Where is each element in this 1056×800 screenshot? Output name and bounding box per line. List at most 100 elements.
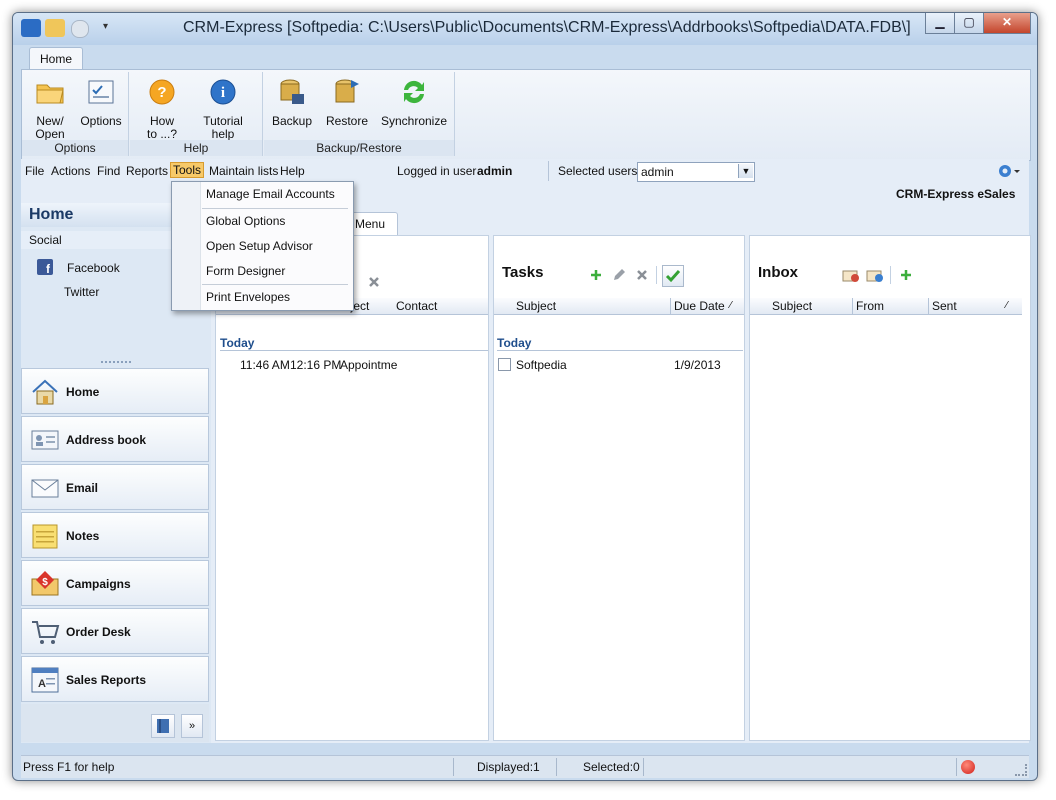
splitter-handle[interactable] bbox=[101, 361, 131, 367]
nav-sales-reports-label: Sales Reports bbox=[66, 673, 147, 687]
tasks-toolbar-divider bbox=[656, 266, 657, 284]
nav-email-label: Email bbox=[66, 481, 99, 495]
social-twitter[interactable]: Twitter bbox=[64, 285, 99, 299]
add-task-icon[interactable] bbox=[590, 269, 602, 281]
ribbon-group-options: New/ Open Options Options bbox=[22, 72, 129, 156]
app-menu-icon[interactable] bbox=[21, 19, 41, 37]
chevron-down-icon[interactable]: ▼ bbox=[738, 164, 753, 178]
status-indicator-icon bbox=[961, 760, 975, 774]
selected-users-select[interactable]: admin ▼ bbox=[637, 162, 755, 182]
selected-users-value: admin bbox=[641, 165, 674, 179]
inbox-toolbar-divider bbox=[890, 266, 891, 284]
nav-notes-label: Notes bbox=[66, 529, 100, 543]
tools-menu: Manage Email Accounts Global Options Ope… bbox=[171, 181, 354, 311]
menu-find[interactable]: Find bbox=[97, 164, 120, 178]
menu-bar: File Actions Find Reports Tools Maintain… bbox=[21, 159, 1029, 183]
nav-home-label: Home bbox=[66, 385, 100, 399]
status-divider-1 bbox=[453, 758, 454, 776]
menu-reports[interactable]: Reports bbox=[126, 164, 168, 178]
inbox-col-from[interactable]: From bbox=[856, 298, 884, 314]
synchronize-label: Synchronize bbox=[380, 114, 448, 128]
logged-in-user: admin bbox=[477, 164, 513, 178]
nav-expand-button[interactable]: » bbox=[181, 714, 203, 738]
menu-file[interactable]: File bbox=[25, 164, 44, 178]
nav-book-button[interactable] bbox=[151, 714, 175, 738]
address-card-icon bbox=[31, 430, 59, 450]
task-subject[interactable]: Softpedia bbox=[516, 358, 567, 372]
tasks-panel: Tasks Subject Due Date ⁄ Today Softpedia… bbox=[493, 235, 745, 741]
new-open-button[interactable]: New/ Open bbox=[28, 76, 72, 141]
tasks-col-subject[interactable]: Subject bbox=[516, 298, 556, 314]
menu-item-open-setup-advisor[interactable]: Open Setup Advisor bbox=[172, 234, 353, 258]
status-selected: Selected:0 bbox=[583, 760, 640, 774]
resize-grip-icon[interactable] bbox=[1015, 764, 1027, 776]
menu-maintain-lists[interactable]: Maintain lists bbox=[209, 164, 278, 178]
inbox-col-divider-2 bbox=[928, 298, 929, 314]
notepad-icon bbox=[32, 524, 58, 549]
edit-task-icon[interactable] bbox=[612, 268, 626, 282]
receive-mail-icon[interactable] bbox=[842, 267, 860, 283]
delete-task-icon[interactable] bbox=[636, 269, 648, 281]
how-to-button[interactable]: ? How to ...? bbox=[138, 76, 186, 141]
tasks-col-due-date[interactable]: Due Date bbox=[674, 298, 725, 314]
appointments-group-today: Today bbox=[220, 336, 488, 351]
menu-tools[interactable]: Tools bbox=[170, 162, 205, 178]
nav-sales-reports[interactable]: A Sales Reports bbox=[21, 656, 209, 702]
appointments-col-contact[interactable]: Contact bbox=[396, 298, 437, 314]
nav-order-desk[interactable]: Order Desk bbox=[21, 608, 209, 654]
restore-button[interactable]: Restore bbox=[324, 76, 370, 128]
nav-home[interactable]: Home bbox=[21, 368, 209, 414]
ribbon-tabs: Home bbox=[21, 45, 1029, 70]
task-due-date[interactable]: 1/9/2013 bbox=[674, 358, 721, 372]
ribbon-group-help: ? How to ...? i Tutorial help Help bbox=[130, 72, 263, 156]
maximize-button[interactable]: ▢ bbox=[954, 13, 984, 34]
menu-item-form-designer[interactable]: Form Designer bbox=[172, 259, 353, 283]
synchronize-button[interactable]: Synchronize bbox=[376, 76, 452, 128]
nav-notes[interactable]: Notes bbox=[21, 512, 209, 558]
group-label-options: Options bbox=[22, 140, 128, 156]
inbox-col-sent[interactable]: Sent bbox=[932, 298, 957, 314]
status-displayed: Displayed:1 bbox=[477, 760, 540, 774]
send-mail-icon[interactable] bbox=[866, 267, 884, 283]
complete-task-button[interactable] bbox=[662, 265, 684, 287]
selected-users-label: Selected users bbox=[558, 164, 638, 178]
tab-home[interactable]: Home bbox=[29, 47, 83, 70]
menu-actions[interactable]: Actions bbox=[51, 164, 90, 178]
nav-footer: » bbox=[21, 704, 209, 742]
nav-campaigns-label: Campaigns bbox=[66, 577, 131, 591]
close-button[interactable]: ✕ bbox=[983, 13, 1031, 34]
folder-icon bbox=[36, 84, 64, 104]
qat-dropdown-icon[interactable]: ▾ bbox=[103, 21, 108, 32]
nav-email[interactable]: Email bbox=[21, 464, 209, 510]
add-mail-icon[interactable] bbox=[900, 269, 912, 281]
cart-icon bbox=[32, 621, 60, 644]
task-checkbox[interactable] bbox=[498, 358, 511, 371]
tasks-header: Subject Due Date ⁄ bbox=[494, 298, 744, 315]
tutorial-help-button[interactable]: i Tutorial help bbox=[192, 76, 254, 141]
appointment-end[interactable]: 12:16 PM bbox=[290, 358, 341, 372]
circle-icon[interactable] bbox=[71, 20, 89, 38]
menu-item-global-options[interactable]: Global Options bbox=[172, 209, 353, 233]
group-label-backup-restore: Backup/Restore bbox=[264, 140, 454, 156]
nav-address-book[interactable]: Address book bbox=[21, 416, 209, 462]
backup-label: Backup bbox=[271, 114, 313, 128]
question-icon: ? bbox=[149, 79, 175, 105]
svg-text:?: ? bbox=[157, 84, 166, 101]
delete-icon[interactable] bbox=[368, 276, 380, 288]
minimize-button[interactable]: ▁ bbox=[925, 13, 955, 34]
inbox-title: Inbox bbox=[758, 264, 798, 281]
menu-help[interactable]: Help bbox=[280, 164, 305, 178]
inbox-col-subject[interactable]: Subject bbox=[772, 298, 812, 314]
status-bar: Press F1 for help Displayed:1 Selected:0 bbox=[21, 755, 1029, 778]
svg-text:i: i bbox=[221, 85, 225, 101]
appointment-subject[interactable]: Appointme bbox=[340, 358, 397, 372]
open-folder-icon[interactable] bbox=[45, 19, 65, 37]
nav-campaigns[interactable]: $ Campaigns bbox=[21, 560, 209, 606]
menu-item-manage-email-accounts[interactable]: Manage Email Accounts bbox=[172, 182, 353, 206]
options-button[interactable]: Options bbox=[76, 76, 126, 128]
appointment-start[interactable]: 11:46 AM bbox=[240, 358, 290, 372]
menu-item-print-envelopes[interactable]: Print Envelopes bbox=[172, 285, 353, 309]
social-facebook[interactable]: Facebook bbox=[67, 261, 120, 275]
backup-button[interactable]: Backup bbox=[270, 76, 314, 128]
gear-icon[interactable] bbox=[996, 162, 1022, 180]
